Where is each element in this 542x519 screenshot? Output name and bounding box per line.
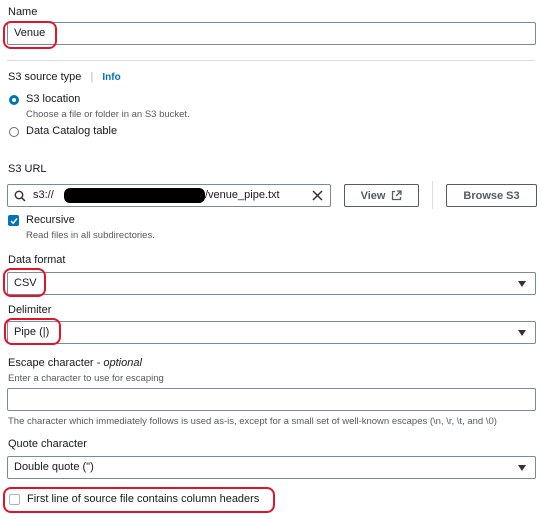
data-catalog-radio[interactable]: [9, 127, 19, 137]
browse-s3-label: Browse S3: [463, 189, 520, 202]
view-button-label: View: [360, 189, 386, 202]
first-line-header-label[interactable]: First line of source file contains colum…: [27, 493, 259, 505]
data-format-select[interactable]: CSV: [7, 272, 536, 295]
first-line-header-checkbox[interactable]: [9, 494, 20, 505]
quote-character-value: Double quote ("): [14, 461, 94, 473]
data-format-value: CSV: [14, 277, 37, 289]
search-icon: [14, 190, 26, 202]
optional-tag: - optional: [96, 357, 142, 369]
s3-source-type-text: S3 source type: [8, 71, 82, 83]
data-catalog-label[interactable]: Data Catalog table: [26, 125, 117, 137]
checkmark-icon: [10, 218, 18, 225]
browse-s3-button[interactable]: Browse S3: [446, 184, 537, 207]
escape-character-text: Escape character: [8, 357, 94, 369]
name-input[interactable]: Venue: [7, 22, 536, 45]
escape-character-hint: Enter a character to use for escaping: [8, 373, 164, 384]
s3-location-label[interactable]: S3 location: [26, 93, 80, 105]
delimiter-select[interactable]: Pipe (|): [7, 321, 536, 344]
section-divider: [7, 60, 535, 61]
delimiter-label: Delimiter: [8, 304, 52, 316]
s3-url-prefix: s3://: [33, 189, 54, 201]
redaction-bar: [64, 188, 205, 203]
clear-icon[interactable]: [312, 190, 323, 201]
quote-character-label: Quote character: [8, 438, 87, 450]
info-link[interactable]: Info: [102, 72, 120, 83]
escape-character-help: The character which immediately follows …: [8, 416, 497, 427]
external-link-icon: [392, 190, 403, 201]
recursive-checkbox[interactable]: [8, 215, 19, 226]
escape-character-input[interactable]: [7, 388, 536, 411]
s3-url-label: S3 URL: [8, 163, 47, 175]
name-label: Name: [8, 6, 38, 18]
dropdown-arrow-icon: [518, 281, 526, 287]
dropdown-arrow-icon: [518, 465, 526, 471]
name-input-value: Venue: [14, 27, 46, 39]
view-button[interactable]: View: [344, 184, 419, 207]
s3-source-type-label: S3 source type | Info: [8, 71, 121, 83]
quote-character-select[interactable]: Double quote ("): [7, 456, 536, 479]
dropdown-arrow-icon: [518, 330, 526, 336]
s3-location-radio[interactable]: [9, 95, 19, 105]
escape-character-label: Escape character - optional: [8, 357, 142, 369]
s3-url-suffix: /venue_pipe.txt: [205, 189, 280, 201]
button-divider: [432, 181, 433, 209]
delimiter-value: Pipe (|): [14, 326, 50, 338]
recursive-label[interactable]: Recursive: [26, 214, 75, 226]
s3-url-input[interactable]: s3:// /venue_pipe.txt: [7, 184, 331, 207]
recursive-description: Read files in all subdirectories.: [26, 230, 155, 241]
s3-location-description: Choose a file or folder in an S3 bucket.: [26, 109, 190, 120]
data-format-label: Data format: [8, 254, 66, 266]
